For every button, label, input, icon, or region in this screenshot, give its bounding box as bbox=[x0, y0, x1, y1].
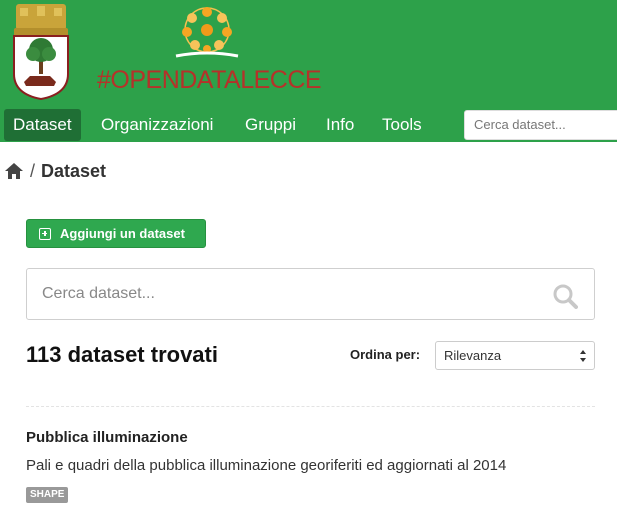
add-dataset-label: Aggiungi un dataset bbox=[60, 226, 185, 241]
results-count: 113 dataset trovati bbox=[26, 342, 218, 367]
results-divider bbox=[26, 406, 595, 407]
dataset-description: Pali e quadri della pubblica illuminazio… bbox=[26, 457, 507, 474]
dataset-title[interactable]: Pubblica illuminazione bbox=[26, 429, 188, 446]
select-arrows-icon bbox=[580, 350, 586, 362]
site-header: #OPENDATALECCE Dataset Organizzazioni Gr… bbox=[0, 0, 617, 142]
opendata-balls-logo-icon bbox=[175, 7, 239, 58]
dataset-search-box[interactable]: Cerca dataset... bbox=[26, 268, 595, 320]
nav-item-dataset[interactable]: Dataset bbox=[4, 109, 81, 141]
add-dataset-button[interactable]: Aggiungi un dataset bbox=[26, 219, 206, 248]
breadcrumb-separator: / bbox=[30, 160, 36, 181]
city-crest-icon[interactable] bbox=[10, 2, 72, 100]
sort-select[interactable]: Rilevanza bbox=[435, 341, 595, 370]
nav-search-input[interactable]: Cerca dataset... bbox=[464, 110, 617, 140]
nav-item-gruppi[interactable]: Gruppi bbox=[236, 109, 305, 141]
breadcrumb-current[interactable]: Dataset bbox=[41, 161, 106, 182]
sort-label: Ordina per: bbox=[350, 347, 421, 362]
sort-selected-value: Rilevanza bbox=[444, 348, 502, 363]
nav-item-info[interactable]: Info bbox=[317, 109, 363, 141]
brand-text: #OPENDATALECCE bbox=[97, 66, 322, 94]
search-icon[interactable] bbox=[552, 283, 578, 309]
format-badge[interactable]: SHAPE bbox=[26, 487, 69, 503]
nav-item-tools[interactable]: Tools bbox=[373, 109, 431, 141]
nav-item-organizzazioni[interactable]: Organizzazioni bbox=[92, 109, 222, 141]
home-icon[interactable] bbox=[4, 162, 24, 180]
breadcrumb: / Dataset bbox=[4, 158, 106, 184]
search-input[interactable]: Cerca dataset... bbox=[42, 285, 155, 303]
plus-square-icon bbox=[39, 227, 51, 240]
